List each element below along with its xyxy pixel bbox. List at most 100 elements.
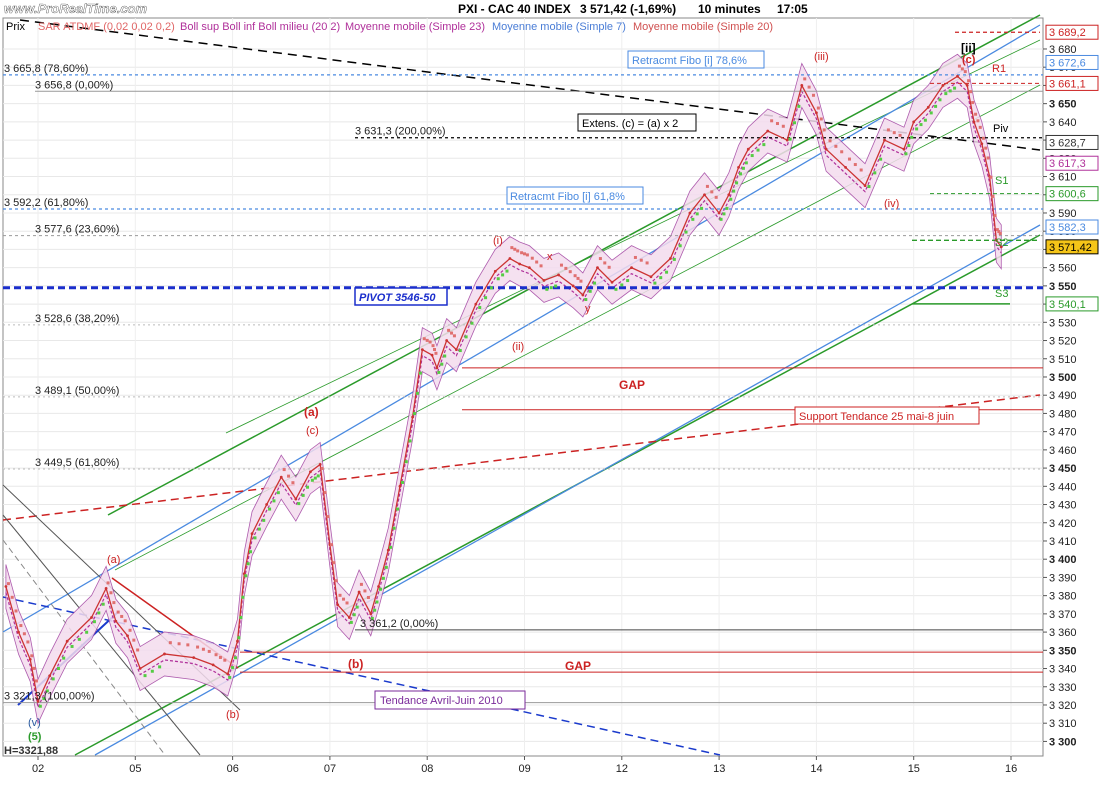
x-tick-label: 07: [324, 763, 336, 775]
sar-dot: [775, 122, 779, 126]
sar-dot: [700, 206, 704, 210]
legend-item-ma20: Moyenne mobile (Simple 20): [633, 21, 773, 33]
sar-dot: [672, 257, 676, 261]
sar-dot: [976, 119, 980, 123]
sar-dot: [301, 493, 305, 497]
wave-label-v: (v): [28, 717, 41, 729]
sar-dot: [963, 70, 967, 74]
y-tick-label: 3 650: [1049, 99, 1077, 111]
sar-dot: [828, 139, 832, 143]
sar-dot: [998, 232, 1002, 236]
x-tick-label: 02: [32, 763, 44, 775]
price-point: [17, 630, 20, 634]
sar-dot: [150, 669, 154, 673]
sar-dot: [234, 656, 238, 660]
sar-dot: [981, 136, 985, 140]
box-extension-label: Extens. (c) = (a) x 2: [582, 118, 678, 130]
sar-dot: [659, 276, 663, 280]
price-point: [279, 475, 283, 479]
sar-dot: [974, 112, 978, 116]
sar-dot: [788, 137, 792, 141]
mark-s2: S2: [995, 237, 1008, 249]
sar-dot: [70, 644, 74, 648]
y-tick-label: 3 560: [1049, 263, 1077, 275]
sar-dot: [573, 274, 577, 278]
sar-dot: [291, 481, 295, 485]
price-point: [785, 138, 789, 142]
sar-dot: [626, 279, 630, 283]
price-point: [48, 674, 52, 678]
price-point: [800, 84, 804, 87]
y-tick-label: 3 520: [1049, 336, 1077, 348]
sar-dot: [907, 144, 911, 148]
sar-dot: [223, 658, 227, 662]
price-point: [844, 166, 847, 169]
sar-dot: [984, 146, 988, 150]
price-point: [435, 366, 439, 370]
sar-dot: [750, 154, 754, 158]
sar-dot: [77, 637, 81, 641]
y-tick-label: 3 370: [1049, 609, 1077, 621]
sar-dot: [944, 92, 948, 96]
price-point: [688, 211, 692, 215]
sar-dot: [186, 643, 190, 647]
y-tick-label: 3 340: [1049, 664, 1077, 676]
y-tick-label: 3 380: [1049, 591, 1077, 603]
mark-s3: S3: [995, 288, 1008, 300]
sar-dot: [338, 593, 342, 597]
sar-dot: [678, 244, 682, 248]
sar-dot: [539, 264, 543, 268]
sar-dot: [523, 252, 526, 256]
sar-dot: [714, 195, 718, 199]
right-level-label: 3 540,1: [1049, 299, 1086, 311]
legend-price: Prix: [6, 21, 25, 33]
sar-dot: [645, 261, 649, 265]
sar-dot: [349, 620, 353, 624]
sar-dot: [938, 98, 942, 102]
sar-dot: [948, 89, 952, 93]
wave-label-y: y: [585, 303, 591, 315]
sar-dot: [85, 630, 89, 634]
fibo-level-label: 3 361,2 (0,00%): [360, 618, 438, 630]
sar-dot: [584, 298, 588, 302]
sar-dot: [520, 251, 524, 255]
sar-dot: [310, 478, 314, 482]
sar-dot: [614, 287, 618, 291]
sar-dot: [323, 491, 327, 495]
price-point: [669, 257, 672, 260]
price-point: [386, 548, 390, 552]
sar-dot: [415, 391, 419, 395]
sar-dot: [741, 166, 745, 170]
sar-dot: [695, 212, 699, 216]
sar-dot: [967, 79, 971, 83]
price-point: [28, 658, 32, 661]
sar-dot: [112, 601, 116, 605]
right-level-label: 3 617,3: [1049, 158, 1086, 170]
sar-dot: [431, 344, 435, 348]
sar-dot: [535, 260, 539, 264]
sar-dot: [816, 106, 820, 110]
sar-dot: [14, 609, 18, 613]
sar-dot: [97, 611, 101, 615]
y-tick-label: 3 300: [1049, 736, 1077, 748]
y-tick-label: 3 400: [1049, 554, 1077, 566]
sar-dot: [276, 491, 280, 495]
sar-dot: [450, 331, 454, 335]
sar-dot: [847, 157, 851, 161]
sar-dot: [51, 677, 55, 681]
x-tick-label: 05: [129, 763, 141, 775]
sar-dot: [262, 518, 266, 522]
price-point: [90, 616, 93, 619]
sar-dot: [496, 277, 500, 281]
sar-dot: [373, 608, 377, 612]
sar-dot: [244, 574, 248, 578]
y-tick-label: 3 490: [1049, 390, 1077, 402]
sar-dot: [464, 335, 468, 339]
box-fibo-786-label: Retracmt Fibo [i] 78,6%: [632, 55, 747, 67]
sar-dot: [440, 362, 444, 366]
sar-dot: [287, 474, 291, 478]
sar-dot: [404, 460, 408, 464]
wave-label-ii-bracket: [ii]: [961, 41, 976, 55]
sar-dot: [960, 67, 964, 71]
sar-dot: [819, 117, 823, 121]
